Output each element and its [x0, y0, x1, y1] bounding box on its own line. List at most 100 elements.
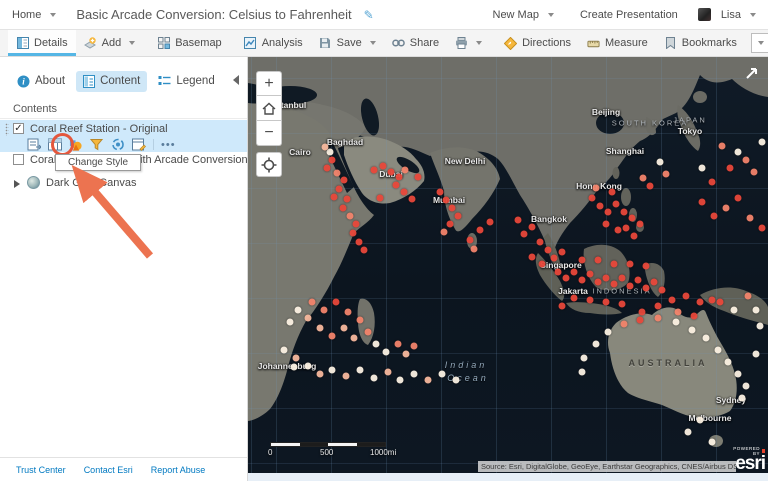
station-point[interactable]: [642, 284, 650, 292]
station-point[interactable]: [323, 164, 331, 172]
zoom-in-button[interactable]: +: [256, 71, 282, 96]
save-button[interactable]: Save: [311, 30, 384, 56]
station-point[interactable]: [401, 166, 409, 174]
report-abuse-link[interactable]: Report Abuse: [151, 465, 206, 475]
share-button[interactable]: Share: [384, 30, 447, 56]
trust-center-link[interactable]: Trust Center: [16, 465, 66, 475]
station-point[interactable]: [384, 368, 392, 376]
station-point[interactable]: [642, 262, 650, 270]
station-point[interactable]: [414, 173, 422, 181]
station-point[interactable]: [578, 256, 586, 264]
station-point[interactable]: [387, 168, 395, 176]
tab-content[interactable]: Content: [76, 70, 148, 92]
station-point[interactable]: [672, 318, 680, 326]
layer-item-basemap[interactable]: Dark Gray Canvas: [0, 175, 247, 193]
station-point[interactable]: [330, 193, 338, 201]
station-point[interactable]: [646, 182, 654, 190]
measure-button[interactable]: Measure: [579, 30, 656, 56]
station-point[interactable]: [654, 314, 662, 322]
station-point[interactable]: [722, 204, 730, 212]
station-point[interactable]: [376, 194, 384, 202]
print-button[interactable]: [447, 30, 490, 56]
station-point[interactable]: [343, 195, 351, 203]
station-point[interactable]: [688, 326, 696, 334]
station-point[interactable]: [654, 302, 662, 310]
station-point[interactable]: [656, 158, 664, 166]
details-button[interactable]: Details: [8, 30, 76, 56]
basemap-button[interactable]: Basemap: [149, 30, 229, 56]
station-point[interactable]: [280, 346, 288, 354]
station-point[interactable]: [340, 324, 348, 332]
user-avatar[interactable]: [697, 8, 711, 21]
station-point[interactable]: [321, 143, 329, 151]
station-point[interactable]: [328, 366, 336, 374]
station-point[interactable]: [630, 232, 638, 240]
station-point[interactable]: [622, 224, 630, 232]
station-point[interactable]: [570, 294, 578, 302]
station-point[interactable]: [514, 216, 522, 224]
station-point[interactable]: [586, 270, 594, 278]
home-menu[interactable]: Home: [12, 9, 41, 21]
directions-button[interactable]: Directions: [496, 30, 579, 56]
station-point[interactable]: [752, 306, 760, 314]
show-table-icon[interactable]: [48, 138, 62, 151]
station-point[interactable]: [684, 428, 692, 436]
station-point[interactable]: [320, 306, 328, 314]
station-point[interactable]: [610, 260, 618, 268]
station-point[interactable]: [742, 382, 750, 390]
station-point[interactable]: [658, 286, 666, 294]
station-point[interactable]: [702, 334, 710, 342]
add-button[interactable]: Add: [76, 30, 144, 56]
station-point[interactable]: [395, 173, 403, 181]
station-point[interactable]: [372, 340, 380, 348]
station-point[interactable]: [454, 212, 462, 220]
station-point[interactable]: [536, 238, 544, 246]
tab-legend[interactable]: Legend: [151, 71, 221, 91]
user-menu[interactable]: Lisa: [721, 9, 741, 21]
station-point[interactable]: [734, 370, 742, 378]
station-point[interactable]: [360, 246, 368, 254]
station-point[interactable]: [562, 274, 570, 282]
station-point[interactable]: [734, 194, 742, 202]
station-point[interactable]: [682, 292, 690, 300]
station-point[interactable]: [332, 298, 340, 306]
station-point[interactable]: [690, 312, 698, 320]
expand-arrow-icon[interactable]: [14, 180, 20, 188]
station-point[interactable]: [588, 194, 596, 202]
station-point[interactable]: [650, 278, 658, 286]
station-point[interactable]: [742, 156, 750, 164]
station-point[interactable]: [442, 196, 450, 204]
station-point[interactable]: [634, 276, 642, 284]
station-point[interactable]: [618, 274, 626, 282]
station-point[interactable]: [592, 184, 600, 192]
station-point[interactable]: [466, 236, 474, 244]
station-point[interactable]: [410, 370, 418, 378]
station-point[interactable]: [724, 358, 732, 366]
station-point[interactable]: [698, 164, 706, 172]
station-point[interactable]: [520, 230, 528, 238]
station-point[interactable]: [352, 220, 360, 228]
station-point[interactable]: [614, 226, 622, 234]
station-point[interactable]: [286, 318, 294, 326]
station-point[interactable]: [636, 316, 644, 324]
station-point[interactable]: [750, 168, 758, 176]
station-point[interactable]: [628, 214, 636, 222]
more-options-button[interactable]: •••: [161, 139, 176, 150]
station-point[interactable]: [370, 166, 378, 174]
station-point[interactable]: [756, 322, 764, 330]
station-point[interactable]: [308, 298, 316, 306]
station-point[interactable]: [448, 204, 456, 212]
station-point[interactable]: [554, 268, 562, 276]
station-point[interactable]: [586, 296, 594, 304]
station-point[interactable]: [602, 298, 610, 306]
station-point[interactable]: [570, 268, 578, 276]
station-point[interactable]: [544, 246, 552, 254]
station-point[interactable]: [594, 278, 602, 286]
create-presentation-button[interactable]: Create Presentation: [580, 9, 678, 21]
station-point[interactable]: [698, 198, 706, 206]
station-point[interactable]: [662, 170, 670, 178]
station-point[interactable]: [424, 376, 432, 384]
station-point[interactable]: [438, 370, 446, 378]
station-point[interactable]: [746, 214, 754, 222]
station-point[interactable]: [612, 200, 620, 208]
